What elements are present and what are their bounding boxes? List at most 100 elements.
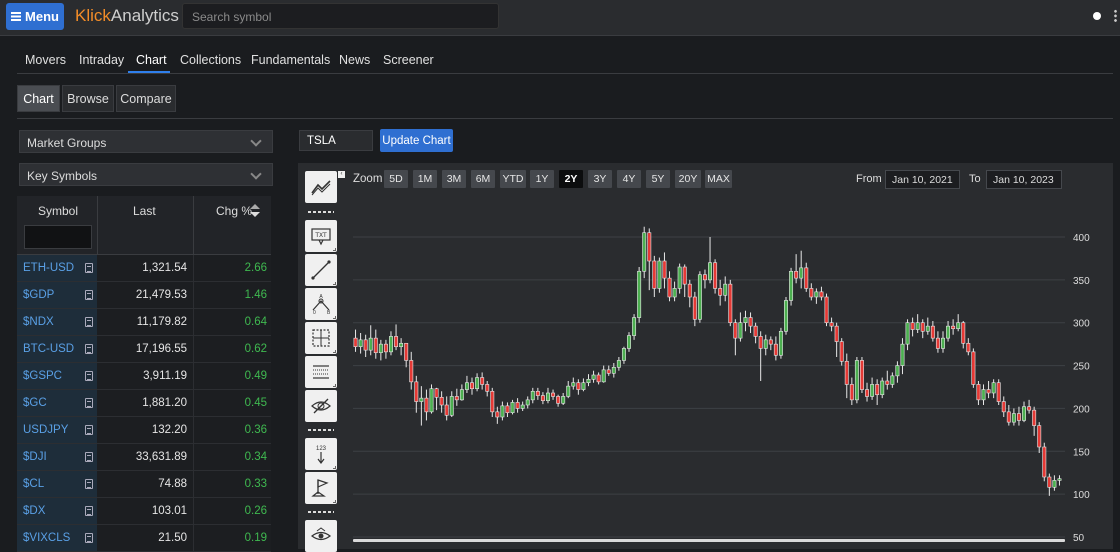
y-tick-label: 350 [1073,276,1090,287]
symbol-link[interactable]: $GDP [17,282,97,308]
document-icon[interactable] [85,452,93,462]
document-icon[interactable] [85,290,93,300]
to-label: To [969,173,981,185]
zoom-ytd-button[interactable]: YTD [500,170,526,188]
tab-news[interactable]: News [339,53,370,67]
zoom-3m-button[interactable]: 3M [442,170,466,188]
search-input[interactable]: Search symbol [182,3,499,29]
table-row[interactable]: $GSPC 3,911.19 0.49 [17,363,271,390]
text-annotation-icon[interactable]: TXT [305,220,337,252]
document-icon[interactable] [85,371,93,381]
sort-icon[interactable] [250,204,260,218]
symbol-link[interactable]: $NDX [17,309,97,335]
table-row[interactable]: USDJPY 132.20 0.36 [17,417,271,444]
symbol-link[interactable]: BTC-USD [17,336,97,362]
zoom-5d-button[interactable]: 5D [384,170,408,188]
tab-chart[interactable]: Chart [136,53,167,67]
table-row[interactable]: $VIXCLS 21.50 0.19 [17,525,271,552]
candle-up [778,330,783,356]
menu-button[interactable]: Menu [6,3,64,30]
column-header-last[interactable]: Last [133,204,156,218]
candle-down [1001,401,1006,413]
symbol-link[interactable]: $GC [17,390,97,416]
document-icon[interactable] [85,317,93,327]
candle-down [505,405,510,414]
document-icon[interactable] [85,344,93,354]
key-symbols-dropdown[interactable]: Key Symbols [19,163,273,186]
table-row[interactable]: $NDX 11,179.82 0.64 [17,309,271,336]
symbol-link[interactable]: $GSPC [17,363,97,389]
subtab-browse[interactable]: Browse [62,85,114,112]
candle-up [677,266,682,289]
table-row[interactable]: $GDP 21,479.53 1.46 [17,282,271,309]
fibonacci-icon[interactable] [305,356,337,388]
document-icon[interactable] [85,263,93,273]
document-icon[interactable] [85,398,93,408]
tab-collections[interactable]: Collections [180,53,241,67]
eye-pan-icon[interactable] [305,520,337,552]
from-date-input[interactable]: Jan 10, 2021 [885,170,960,189]
table-row[interactable]: $CL 74.88 0.33 [17,471,271,498]
subtab-chart[interactable]: Chart [17,85,60,112]
zoom-1m-button[interactable]: 1M [413,170,437,188]
symbol-link[interactable]: $DX [17,498,97,524]
zoom-1y-button[interactable]: 1Y [530,170,554,188]
hide-drawings-icon[interactable] [305,390,337,422]
price-label-icon[interactable]: 123 [305,438,337,470]
tab-screener[interactable]: Screener [383,53,434,67]
symbol-link[interactable]: ETH-USD [17,255,97,281]
document-icon[interactable] [85,479,93,489]
symbol-link[interactable]: $DJI [17,444,97,470]
ticker-input[interactable]: TSLA [299,130,373,151]
document-icon[interactable] [85,533,93,543]
chart-style-icon[interactable] [305,171,337,203]
candle-up [358,339,363,348]
logo[interactable]: KlickAnalytics [75,6,179,26]
table-row[interactable]: BTC-USD 17,196.55 0.62 [17,336,271,363]
last-price: 11,179.82 [97,309,193,335]
column-header-chg[interactable]: Chg % [216,204,252,218]
zoom-2y-button[interactable]: 2Y [559,170,583,188]
zoom-6m-button[interactable]: 6M [471,170,495,188]
candle-up [637,270,642,318]
tab-fundamentals[interactable]: Fundamentals [251,53,330,67]
kebab-menu-icon[interactable] [1114,9,1117,23]
candle-up [880,380,885,396]
abcd-pattern-icon[interactable]: A 0 B [305,288,337,320]
symbol-filter-input[interactable] [24,225,92,249]
table-row[interactable]: $DX 103.01 0.26 [17,498,271,525]
symbol-link[interactable]: $CL [17,471,97,497]
table-row[interactable]: $GC 1,881.20 0.45 [17,390,271,417]
price-chart[interactable]: 400 350 300 250 200 150 100 50 [350,200,1115,549]
tab-intraday[interactable]: Intraday [79,53,124,67]
zoom-max-button[interactable]: MAX [705,170,732,188]
candle-up [591,374,596,380]
market-groups-dropdown[interactable]: Market Groups [19,130,273,153]
zoom-4y-button[interactable]: 4Y [617,170,641,188]
candle-down [834,325,839,342]
subtab-compare[interactable]: Compare [116,85,176,112]
candle-down [647,232,652,262]
flag-marker-icon[interactable] [305,472,337,504]
change-percent: 0.34 [193,444,271,470]
zoom-20y-button[interactable]: 20Y [675,170,701,188]
collapse-toolbar-icon[interactable]: ‹ [338,171,345,178]
symbol-link[interactable]: $VIXCLS [17,525,97,551]
active-tab-underline [128,71,170,73]
crosshair-box-icon[interactable] [305,322,337,354]
to-date-input[interactable]: Jan 10, 2023 [986,170,1062,189]
table-row[interactable]: $DJI 33,631.89 0.34 [17,444,271,471]
top-bar: Menu KlickAnalytics Search symbol [0,0,1120,36]
zoom-5y-button[interactable]: 5Y [646,170,670,188]
chart-scrollbar[interactable] [353,539,1065,542]
table-row[interactable]: ETH-USD 1,321.54 2.66 [17,255,271,282]
trend-line-icon[interactable] [305,254,337,286]
document-icon[interactable] [85,425,93,435]
candle-down [966,342,971,353]
tab-movers[interactable]: Movers [25,53,66,67]
zoom-3y-button[interactable]: 3Y [588,170,612,188]
column-header-symbol[interactable]: Symbol [38,204,78,218]
symbol-link[interactable]: USDJPY [17,417,97,443]
document-icon[interactable] [85,506,93,516]
update-chart-button[interactable]: Update Chart [380,129,453,152]
